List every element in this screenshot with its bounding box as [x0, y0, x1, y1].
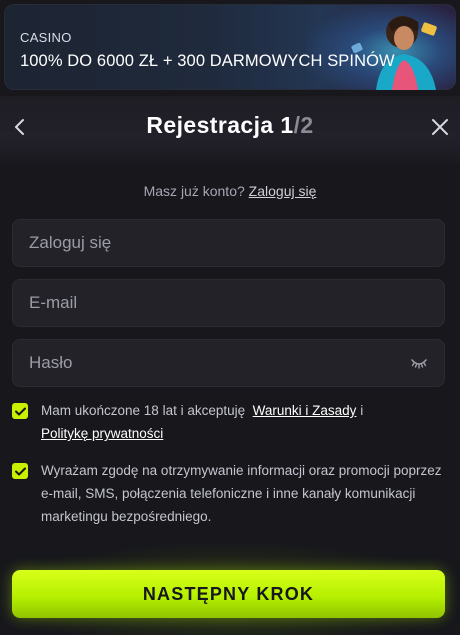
login-prompt-text: Masz już konto? [143, 183, 245, 199]
login-field-placeholder: Zaloguj się [29, 233, 112, 252]
page-title: Rejestracja 1/2 [0, 112, 460, 139]
login-link[interactable]: Zaloguj się [249, 183, 317, 199]
age-terms-and: i [360, 403, 364, 418]
next-step-label: NASTĘPNY KROK [142, 583, 315, 604]
page-title-text: Rejestracja [146, 112, 274, 138]
terms-link[interactable]: Warunki i Zasady [253, 403, 357, 418]
banner-category: CASINO [20, 30, 72, 45]
checkmark-icon [14, 407, 26, 415]
marketing-consent: Wyrażam zgodę na otrzymywanie informacji… [12, 462, 445, 528]
checkmark-icon [14, 467, 26, 475]
password-field-placeholder: Hasło [29, 353, 73, 372]
close-icon [432, 119, 448, 135]
login-field[interactable]: Zaloguj się [12, 219, 445, 267]
password-field[interactable]: Hasło [12, 339, 445, 387]
marketing-checkbox[interactable] [12, 463, 28, 479]
age-terms-consent: Mam ukończone 18 lat i akceptuję Warunki… [12, 402, 445, 445]
marketing-consent-text: Wyrażam zgodę na otrzymywanie informacji… [41, 463, 442, 524]
banner-character-illustration [351, 16, 437, 90]
privacy-policy-link[interactable]: Politykę prywatności [41, 426, 163, 441]
next-step-button[interactable]: NASTĘPNY KROK [12, 570, 445, 618]
banner-title: 100% DO 6000 ZŁ + 300 DARMOWYCH SPINÓW [20, 52, 395, 70]
age-terms-checkbox[interactable] [12, 403, 28, 419]
email-field[interactable]: E-mail [12, 279, 445, 327]
login-prompt: Masz już konto? Zaloguj się [0, 183, 460, 199]
eye-closed-icon[interactable] [410, 356, 428, 370]
age-terms-text: Mam ukończone 18 lat i akceptuję Warunki… [41, 399, 363, 445]
age-terms-label: Mam ukończone 18 lat i akceptuję [41, 403, 246, 418]
promo-banner[interactable]: CASINO 100% DO 6000 ZŁ + 300 DARMOWYCH S… [4, 4, 456, 90]
email-field-placeholder: E-mail [29, 293, 78, 312]
step-current: 1 [280, 112, 294, 138]
registration-header: Rejestracja 1/2 [0, 96, 460, 166]
step-total: /2 [293, 112, 314, 138]
close-button[interactable] [426, 113, 454, 141]
